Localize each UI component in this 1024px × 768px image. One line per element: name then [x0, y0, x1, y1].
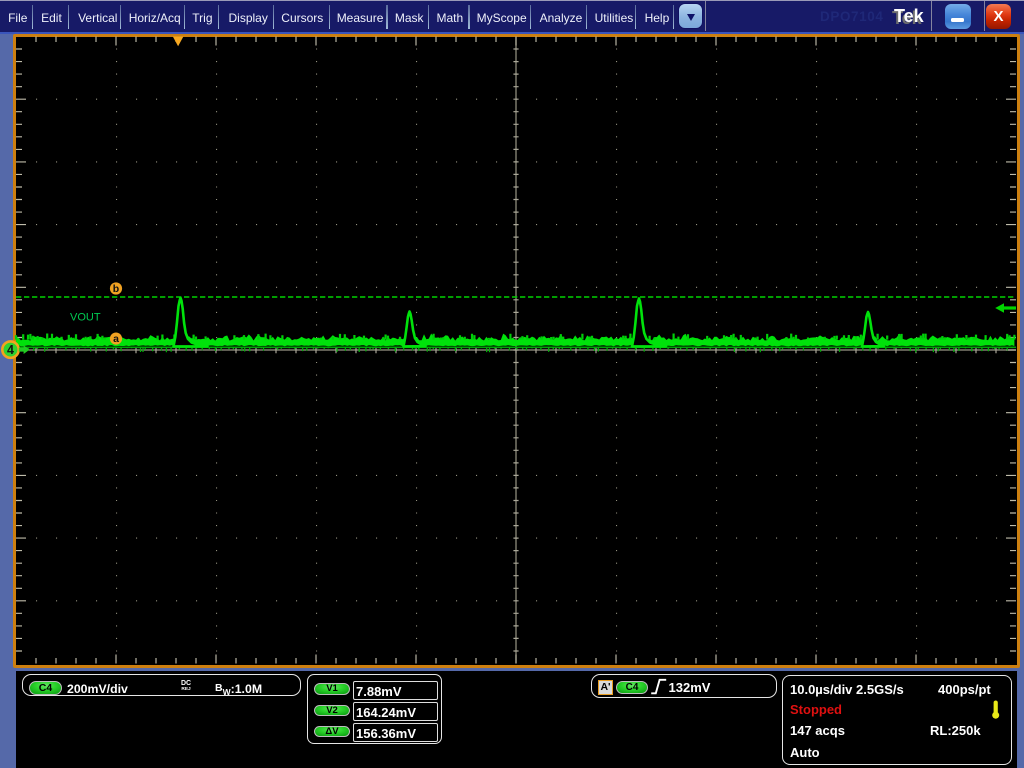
- svg-text:4: 4: [7, 343, 14, 357]
- svg-text:VOUT: VOUT: [70, 311, 101, 323]
- svg-text:a: a: [113, 333, 119, 345]
- svg-text:b: b: [113, 283, 119, 295]
